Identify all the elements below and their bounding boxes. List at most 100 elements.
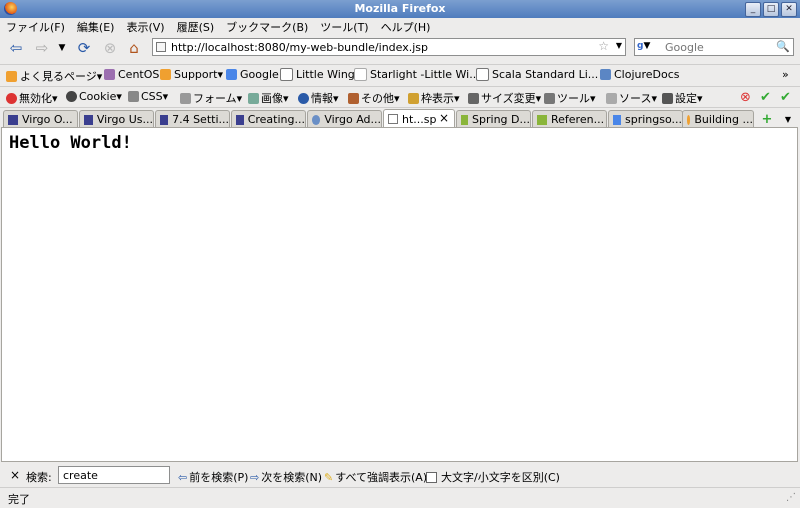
menu-help[interactable]: ヘルプ(H) xyxy=(375,19,437,35)
webdev-options[interactable]: 設定 ▾ xyxy=(662,90,703,106)
bookmark-most-visited[interactable]: よく見るページ ▾ xyxy=(6,68,102,84)
close-button[interactable]: ✕ xyxy=(781,2,797,17)
url-bar[interactable]: ☆ ▼ xyxy=(152,38,626,56)
webdev-css[interactable]: CSS ▾ xyxy=(128,90,168,103)
tab-virgo-user[interactable]: Virgo Us... xyxy=(79,110,154,128)
css-valid-icon[interactable]: ✔ xyxy=(760,90,771,105)
checkbox-icon xyxy=(426,471,437,483)
home-icon[interactable]: ⌂ xyxy=(124,39,144,57)
maximize-button[interactable]: □ xyxy=(763,2,779,17)
url-input[interactable] xyxy=(171,39,591,55)
bookmark-google[interactable]: Google xyxy=(226,68,279,81)
find-input[interactable] xyxy=(58,466,170,484)
bookmarks-toolbar: よく見るページ ▾ CentOS Support ▾ Google Little W… xyxy=(0,64,800,85)
tab-building[interactable]: Building ... xyxy=(682,110,754,128)
search-input[interactable] xyxy=(665,39,775,55)
tab-list-dropdown-icon[interactable]: ▼ xyxy=(780,110,796,128)
page-favicon-icon xyxy=(156,42,166,52)
webdev-misc[interactable]: その他 ▾ xyxy=(348,90,400,106)
window-controls: _ □ ✕ xyxy=(745,2,797,17)
webdev-forms[interactable]: フォーム ▾ xyxy=(180,90,242,106)
webdev-disable[interactable]: 無効化 ▾ xyxy=(6,90,58,106)
search-icon[interactable]: 🔍 xyxy=(776,40,790,53)
tab-favicon-icon xyxy=(537,114,547,125)
up-arrow-icon: ⇦ xyxy=(178,470,188,484)
page-icon xyxy=(476,68,489,81)
menu-edit[interactable]: 編集(E) xyxy=(71,19,121,35)
bookmark-little-wings[interactable]: Little Wings xyxy=(280,68,361,81)
tab-favicon-icon xyxy=(8,114,18,125)
menu-history[interactable]: 履歴(S) xyxy=(171,19,221,35)
page-content: Hello World! xyxy=(1,127,798,462)
close-find-bar-icon[interactable]: × xyxy=(10,468,20,482)
tools-icon xyxy=(544,92,555,104)
tab-springsource[interactable]: springso... xyxy=(608,110,683,128)
tab-index-jsp[interactable]: ht...sp × xyxy=(383,109,455,128)
highlight-all-button[interactable]: ✎ すべて強調表示(A) xyxy=(324,469,427,485)
bookmark-clojuredocs[interactable]: ClojureDocs xyxy=(600,68,680,81)
tab-settings[interactable]: 7.4 Setti... xyxy=(155,110,230,128)
webdev-cookie[interactable]: Cookie ▾ xyxy=(66,90,122,103)
tab-virgo-overview[interactable]: Virgo O... xyxy=(3,110,78,128)
find-next-button[interactable]: ⇨ 次を検索(N) xyxy=(250,469,322,485)
webdev-images[interactable]: 画像 ▾ xyxy=(248,90,289,106)
find-previous-button[interactable]: ⇦ 前を検索(P) xyxy=(178,469,248,485)
resize-icon xyxy=(468,92,479,104)
google-icon xyxy=(226,69,237,80)
reload-icon[interactable]: ⟳ xyxy=(74,39,94,57)
webdev-tools[interactable]: ツール ▾ xyxy=(544,90,596,106)
page-icon xyxy=(354,68,367,81)
back-arrow-icon[interactable]: ⇦ xyxy=(6,39,26,57)
resize-grip-icon[interactable]: ⋰ xyxy=(786,492,796,503)
tab-favicon-icon xyxy=(312,114,321,125)
tab-virgo-admin[interactable]: Virgo Ad... xyxy=(307,110,382,128)
stop-icon[interactable]: ⊗ xyxy=(100,39,120,57)
tab-reference[interactable]: Referen... xyxy=(532,110,607,128)
tab-favicon-icon xyxy=(687,114,691,125)
webdev-source[interactable]: ソース ▾ xyxy=(606,90,657,106)
menu-bookmarks[interactable]: ブックマーク(B) xyxy=(220,19,314,35)
history-dropdown-icon[interactable]: ▼ xyxy=(56,39,68,57)
google-engine-icon[interactable]: g▼ xyxy=(637,41,661,53)
css-icon xyxy=(128,91,139,102)
new-tab-icon[interactable]: + xyxy=(757,110,777,128)
highlight-icon: ✎ xyxy=(324,470,334,484)
settings-icon xyxy=(662,92,673,104)
tab-favicon-icon xyxy=(84,114,93,125)
page-icon xyxy=(280,68,293,81)
tab-favicon-icon xyxy=(388,114,398,124)
window-title: Mozilla Firefox xyxy=(354,2,446,15)
find-bar: × 検索: ⇦前を検索(P) ⇨次を検索(N) ✎すべて強調表示(A) 大文字/… xyxy=(0,463,800,487)
match-case-checkbox[interactable]: 大文字/小文字を区別(C) xyxy=(426,469,560,485)
web-developer-toolbar: 無効化 ▾ Cookie ▾ CSS ▾ フォーム ▾ 画像 ▾ 情報 ▾ その他 ▾ 枠表示… xyxy=(0,86,800,107)
menu-tools[interactable]: ツール(T) xyxy=(314,19,374,35)
error-status-icon[interactable]: ⊗ xyxy=(740,90,751,105)
down-arrow-icon: ⇨ xyxy=(250,470,260,484)
bookmark-support[interactable]: Support ▾ xyxy=(160,68,223,81)
close-tab-icon[interactable]: × xyxy=(439,111,449,125)
centos-icon xyxy=(104,69,115,80)
tab-favicon-icon xyxy=(160,114,169,125)
bookmark-scala[interactable]: Scala Standard Li... xyxy=(476,68,598,81)
bookmark-centos[interactable]: CentOS xyxy=(104,68,159,81)
search-box[interactable]: g▼ 🔍 xyxy=(634,38,794,56)
webdev-info[interactable]: 情報 ▾ xyxy=(298,90,339,106)
bookmark-star-icon[interactable]: ☆ xyxy=(598,39,609,53)
js-valid-icon[interactable]: ✔ xyxy=(780,90,791,105)
disable-icon xyxy=(6,92,17,104)
forward-arrow-icon[interactable]: ⇨ xyxy=(32,39,52,57)
webdev-outline[interactable]: 枠表示 ▾ xyxy=(408,90,460,106)
url-dropdown-icon[interactable]: ▼ xyxy=(616,41,622,50)
menu-file[interactable]: ファイル(F) xyxy=(0,19,71,35)
tab-spring-docs[interactable]: Spring D... xyxy=(456,110,531,128)
tab-favicon-icon xyxy=(461,114,469,125)
menu-view[interactable]: 表示(V) xyxy=(120,19,170,35)
tab-strip: Virgo O... Virgo Us... 7.4 Setti... Crea… xyxy=(0,107,800,128)
bookmarks-overflow-icon[interactable]: » xyxy=(782,68,789,81)
minimize-button[interactable]: _ xyxy=(745,2,761,17)
tab-creating[interactable]: Creating... xyxy=(231,110,306,128)
window-titlebar: Mozilla Firefox _ □ ✕ xyxy=(0,0,800,18)
webdev-resize[interactable]: サイズ変更 ▾ xyxy=(468,90,541,106)
bookmark-starlight[interactable]: Starlight -Little Wi... xyxy=(354,68,480,81)
folder-icon xyxy=(160,69,171,80)
